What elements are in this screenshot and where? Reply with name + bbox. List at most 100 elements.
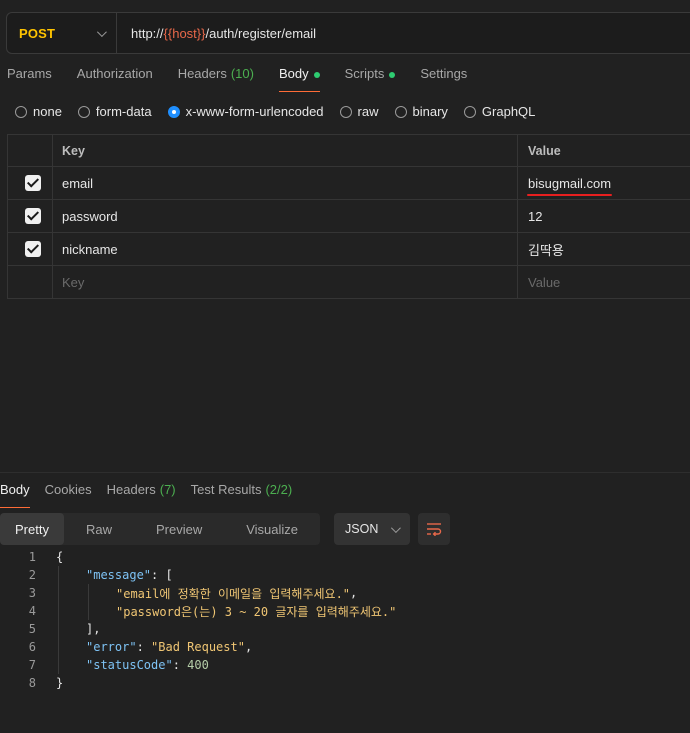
line-number: 4 — [28, 604, 36, 618]
radio-raw[interactable]: raw — [339, 104, 379, 119]
row-key[interactable]: password — [53, 200, 518, 232]
json-string: "password은(는) 3 ~ 20 글자를 입력해주세요." — [116, 604, 397, 619]
url-prefix: http:// — [131, 25, 164, 41]
row-value[interactable]: 김딱용 — [518, 233, 690, 265]
new-value-input[interactable]: Value — [518, 266, 690, 298]
row-value[interactable]: 12 — [518, 200, 690, 232]
status-dot-icon — [313, 72, 320, 78]
tab-scripts[interactable]: Scripts — [345, 66, 396, 92]
radio-graphql[interactable]: GraphQL — [463, 104, 536, 119]
line-number: 5 — [28, 622, 36, 636]
status-dot-icon — [389, 72, 396, 78]
table-row: password 12 — [7, 200, 690, 233]
table-row: email bisugmail.com — [7, 167, 690, 200]
format-select[interactable]: JSON — [334, 513, 411, 545]
radio-label: form-data — [95, 104, 152, 119]
new-key-input[interactable]: Key — [53, 266, 518, 298]
header-value: Value — [528, 143, 561, 158]
row-key[interactable]: nickname — [53, 233, 518, 265]
url-input[interactable]: http://{{host}}/auth/register/email — [117, 26, 316, 41]
headers-count: (10) — [230, 66, 254, 81]
tab-cookies[interactable]: Cookies — [45, 482, 92, 508]
line-number: 7 — [28, 658, 36, 672]
json-key: "statusCode" — [86, 658, 173, 672]
radio-icon — [339, 105, 352, 118]
code-line: 6 "error": "Bad Request", — [0, 638, 396, 656]
tab-response-body[interactable]: Body — [0, 482, 30, 508]
view-pretty-button[interactable]: Pretty — [0, 513, 64, 545]
tab-headers[interactable]: Headers (10) — [178, 66, 254, 92]
tab-authorization[interactable]: Authorization — [77, 66, 153, 92]
tab-label: Cookies — [44, 482, 92, 497]
body-params-table: Key Value email bisugmail.com password 1… — [7, 134, 690, 299]
tab-label: Authorization — [76, 66, 153, 81]
code-line: 4 "password은(는) 3 ~ 20 글자를 입력해주세요." — [0, 602, 396, 620]
table-header: Key Value — [7, 135, 690, 167]
tab-label: Settings — [420, 66, 468, 81]
code-line: 5], — [0, 620, 396, 638]
tab-test-results[interactable]: Test Results (2/2) — [191, 482, 293, 508]
line-number: 3 — [28, 586, 36, 600]
code-line: 2 "message": [ — [0, 566, 396, 584]
json-key: "error" — [86, 640, 137, 654]
tab-label: Params — [7, 66, 52, 81]
radio-x-www-form-urlencoded[interactable]: x-www-form-urlencoded — [167, 104, 324, 119]
line-number: 2 — [28, 568, 36, 582]
tab-settings[interactable]: Settings — [420, 66, 467, 92]
radio-label: GraphQL — [481, 104, 536, 119]
radio-icon — [77, 105, 90, 118]
radio-icon — [394, 105, 407, 118]
url-bar: POST http://{{host}}/auth/register/email — [6, 12, 690, 54]
wrap-lines-icon — [427, 523, 442, 536]
code-line: 1{ — [0, 548, 396, 566]
row-checkbox-cell — [8, 266, 53, 298]
json-string: "email에 정확한 이메일을 입력해주세요." — [116, 586, 351, 601]
radio-icon — [463, 105, 476, 118]
table-row-empty: Key Value — [7, 266, 690, 299]
checkbox-checked-icon[interactable] — [25, 175, 41, 191]
headers-count: (7) — [159, 482, 176, 497]
tab-label: Headers — [106, 482, 156, 497]
request-tabs: Params Authorization Headers (10) Body Sc… — [7, 66, 492, 92]
tab-body[interactable]: Body — [278, 66, 320, 92]
radio-form-data[interactable]: form-data — [77, 104, 152, 119]
url-path: /auth/register/email — [205, 25, 317, 41]
tab-label: Body — [0, 482, 30, 497]
code-line: 8} — [0, 674, 396, 692]
tab-response-headers[interactable]: Headers (7) — [107, 482, 176, 508]
row-value[interactable]: bisugmail.com — [518, 167, 690, 199]
chevron-down-icon — [96, 26, 107, 37]
tab-label: Test Results — [190, 482, 262, 497]
checkbox-checked-icon[interactable] — [25, 208, 41, 224]
code-line: 7 "statusCode": 400 — [0, 656, 396, 674]
chevron-down-icon — [390, 522, 401, 533]
checkbox-checked-icon[interactable] — [25, 241, 41, 257]
row-checkbox-cell — [8, 233, 53, 265]
method-label: POST — [19, 25, 56, 41]
tab-label: Scripts — [344, 66, 385, 81]
wrap-lines-button[interactable] — [418, 513, 451, 545]
tab-label: Headers — [177, 66, 227, 81]
view-visualize-button[interactable]: Visualize — [224, 513, 320, 545]
line-number: 8 — [28, 676, 36, 690]
tab-params[interactable]: Params — [7, 66, 52, 92]
pane-divider[interactable] — [0, 472, 690, 473]
line-number: 6 — [28, 640, 36, 654]
red-underline-annotation — [527, 194, 612, 196]
radio-binary[interactable]: binary — [394, 104, 448, 119]
table-row: nickname 김딱용 — [7, 233, 690, 266]
response-tabs: Body Cookies Headers (7) Test Results (2/2… — [0, 482, 307, 508]
header-key: Key — [53, 135, 518, 166]
radio-none[interactable]: none — [15, 104, 62, 119]
row-key[interactable]: email — [53, 167, 518, 199]
json-number: 400 — [187, 658, 209, 672]
radio-label: x-www-form-urlencoded — [185, 104, 324, 119]
method-select[interactable]: POST — [7, 13, 117, 53]
response-body-code[interactable]: 1{ 2 "message": [ 3 "email에 정확한 이메일을 입력해주세… — [0, 548, 397, 692]
row-checkbox-cell — [8, 167, 53, 199]
view-raw-button[interactable]: Raw — [64, 513, 134, 545]
body-type-options: none form-data x-www-form-urlencoded raw… — [15, 104, 551, 119]
header-check-cell — [8, 135, 53, 166]
view-preview-button[interactable]: Preview — [134, 513, 224, 545]
radio-icon — [15, 105, 27, 118]
